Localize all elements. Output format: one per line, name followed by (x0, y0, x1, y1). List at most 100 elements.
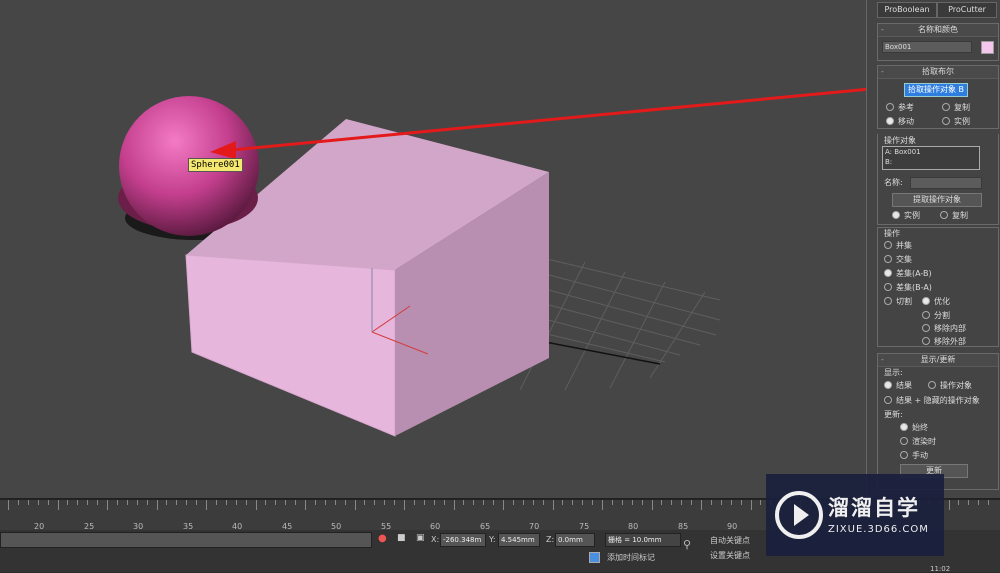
timeline-tick (384, 500, 386, 505)
radio-label: 结果 (896, 381, 912, 390)
tab-proboolean[interactable]: ProBoolean (877, 2, 937, 18)
radio-cut-refine[interactable]: 优化 (922, 296, 950, 307)
timeline-tick (146, 500, 148, 505)
absolute-mode-icon[interactable]: ▣ (416, 533, 425, 543)
time-tag-icon[interactable] (589, 552, 600, 563)
timeline-tick (206, 500, 207, 510)
radio-intersection[interactable]: 交集 (884, 254, 912, 265)
timeline-tick (136, 500, 138, 505)
radio-reference[interactable]: 参考 (886, 102, 914, 113)
tab-procutter[interactable]: ProCutter (937, 2, 997, 18)
maxscript-listener[interactable] (0, 532, 372, 548)
radio-cut-remove-outside[interactable]: 移除外部 (922, 336, 966, 347)
radio-label: 实例 (904, 211, 920, 220)
radio-dot (884, 283, 892, 291)
radio-union[interactable]: 并集 (884, 240, 912, 251)
rollout-title[interactable]: - 显示/更新 (878, 354, 998, 367)
operand-name-field[interactable] (910, 177, 982, 189)
set-key-button[interactable]: 设置关键点 (710, 550, 750, 561)
timeline-tick (314, 500, 316, 505)
pin-icon[interactable]: ● (378, 533, 387, 544)
timeline-tick (8, 500, 9, 510)
timeline-tick (720, 500, 722, 505)
rollout-title[interactable]: - 名称和颜色 (878, 24, 998, 37)
pick-operand-b-button[interactable]: 拾取操作对象 B (904, 83, 968, 97)
timeline-tick (57, 500, 59, 510)
perspective-viewport[interactable]: Sphere001 (0, 0, 866, 498)
timeline-tick (532, 500, 534, 505)
timeline-tick (661, 500, 663, 505)
radio-update-always[interactable]: 始终 (900, 422, 928, 433)
timeline-tick (750, 500, 752, 510)
radio-display-result[interactable]: 结果 (884, 380, 912, 391)
radio-label: 分割 (934, 311, 950, 320)
key-icon[interactable]: ⚲ (683, 538, 691, 551)
z-coordinate-field[interactable]: 0.0mm (555, 533, 595, 547)
object-name-field[interactable]: Box001 (882, 41, 972, 53)
radio-cut-split[interactable]: 分割 (922, 310, 950, 321)
radio-extract-copy[interactable]: 复制 (940, 210, 968, 221)
timeline-tick (760, 500, 762, 505)
radio-dot (886, 103, 894, 111)
timeline-tick (166, 500, 168, 505)
auto-key-button[interactable]: 自动关键点 (710, 535, 750, 546)
radio-instance[interactable]: 实例 (942, 116, 970, 127)
timeline-tick (503, 500, 504, 510)
radio-update-manually[interactable]: 手动 (900, 450, 928, 461)
timeline-tick (404, 500, 405, 510)
lock-icon[interactable]: ■ (397, 533, 406, 543)
radio-display-operands[interactable]: 操作对象 (928, 380, 972, 391)
radio-subtraction-ab[interactable]: 差集(A-B) (884, 268, 932, 279)
watermark-logo-icon (775, 491, 823, 539)
radio-label: 实例 (954, 117, 970, 126)
radio-dot (922, 297, 930, 305)
radio-dot (884, 381, 892, 389)
extract-operand-button[interactable]: 提取操作对象 (892, 193, 982, 207)
operands-list[interactable]: A: Box001 B: (882, 146, 980, 170)
radio-label: 切割 (896, 297, 912, 306)
timeline-tick (681, 500, 683, 505)
timeline-tick (542, 500, 544, 505)
update-label: 更新: (884, 410, 903, 419)
radio-move[interactable]: 移动 (886, 116, 914, 127)
timeline-tick (87, 500, 89, 505)
radio-label: 差集(A-B) (896, 269, 932, 278)
object-color-swatch[interactable] (981, 41, 994, 54)
timeline-tick (334, 500, 336, 505)
timeline-tick (730, 500, 732, 505)
radio-cut-remove-inside[interactable]: 移除内部 (922, 323, 966, 334)
radio-display-result-hidden[interactable]: 结果 + 隐藏的操作对象 (884, 395, 980, 406)
radio-subtraction-ba[interactable]: 差集(B-A) (884, 282, 932, 293)
y-label: Y: (489, 535, 496, 544)
timeline-tick (621, 500, 623, 505)
operand-a[interactable]: A: Box001 (885, 148, 921, 156)
radio-cut[interactable]: 切割 (884, 296, 912, 307)
timeline-tick (176, 500, 178, 505)
timeline-tick (275, 500, 277, 505)
radio-copy[interactable]: 复制 (942, 102, 970, 113)
timeline-tick (97, 500, 99, 505)
timeline-tick (641, 500, 643, 505)
radio-label: 移动 (898, 117, 914, 126)
rollout-title[interactable]: - 拾取布尔 (878, 66, 998, 79)
timeline-tick (215, 500, 217, 505)
timeline-tick (17, 500, 19, 505)
radio-label: 渲染时 (912, 437, 936, 446)
radio-update-when-rendering[interactable]: 渲染时 (900, 436, 936, 447)
add-time-tag[interactable]: 添加时间标记 (607, 552, 655, 563)
y-coordinate-field[interactable]: 4.545mm (498, 533, 540, 547)
timeline-tick (592, 500, 594, 505)
rollout-title-text: 显示/更新 (920, 355, 956, 364)
timeline-tick (295, 500, 297, 505)
radio-extract-instance[interactable]: 实例 (892, 210, 920, 221)
timeline-tick (433, 500, 435, 505)
timeline-tick (473, 500, 475, 505)
timeline-tick (107, 500, 108, 510)
timeline-tick (948, 500, 950, 510)
radio-label: 操作对象 (940, 381, 972, 390)
x-coordinate-field[interactable]: -260.348m (440, 533, 486, 547)
operand-b[interactable]: B: (885, 158, 892, 166)
timeline-tick (156, 500, 158, 510)
radio-dot (884, 255, 892, 263)
radio-dot (884, 241, 892, 249)
